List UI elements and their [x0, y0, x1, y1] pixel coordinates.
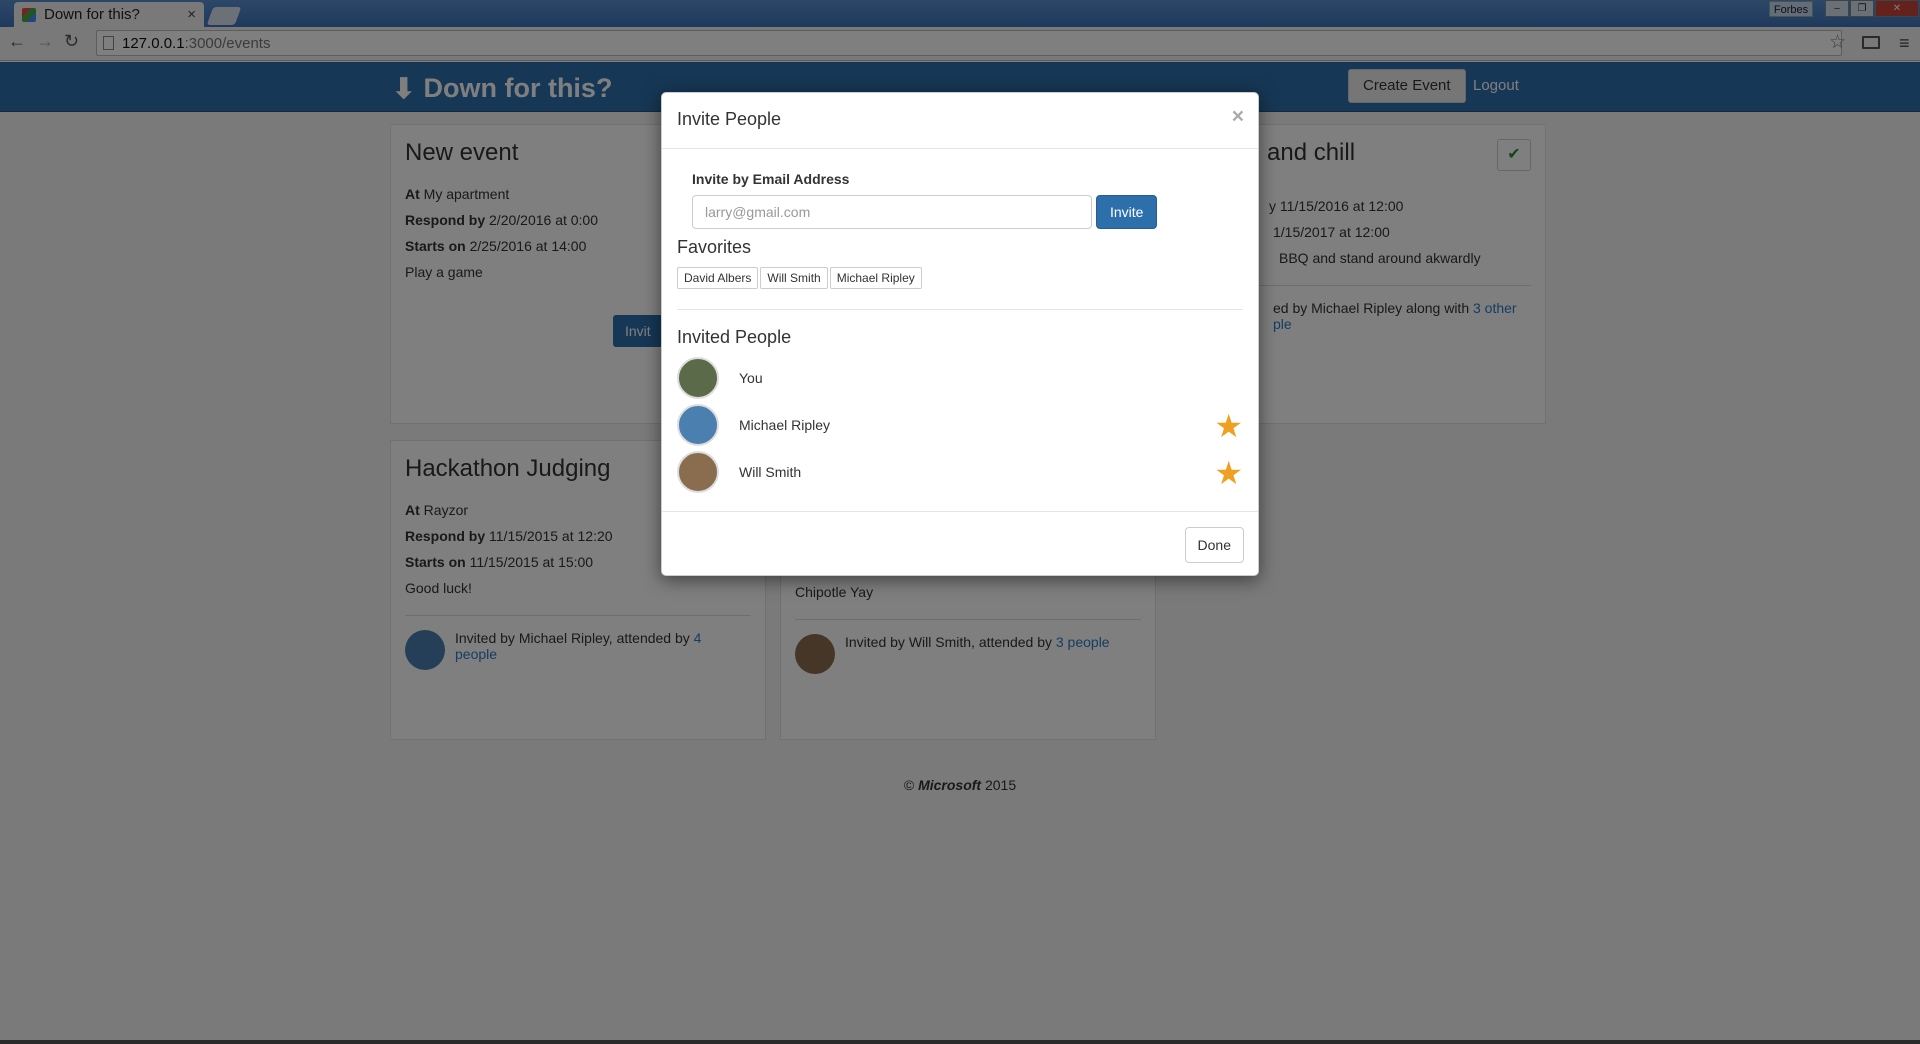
invited-person: Will Smith ★ [677, 448, 1243, 495]
invite-button[interactable]: Invite [1096, 195, 1158, 229]
divider [677, 309, 1243, 310]
favorite-star-icon[interactable]: ★ [1214, 454, 1243, 492]
invited-person: You [677, 354, 1243, 401]
favorite-star-icon[interactable]: ★ [1214, 407, 1243, 445]
done-button[interactable]: Done [1184, 527, 1244, 563]
person-name: You [739, 369, 763, 386]
close-icon[interactable]: × [1232, 105, 1244, 129]
email-label: Invite by Email Address [692, 171, 850, 187]
taskbar-edge [0, 1040, 1920, 1044]
email-field[interactable] [692, 195, 1092, 229]
favorites-list: David Albers Will Smith Michael Ripley [677, 267, 1243, 289]
modal-footer: Done [662, 511, 1258, 575]
person-name: Michael Ripley [739, 416, 831, 433]
avatar [677, 450, 719, 493]
invited-heading: Invited People [677, 327, 792, 347]
favorite-chip[interactable]: Will Smith [760, 267, 828, 289]
modal-title: Invite People [677, 109, 782, 129]
favorites-heading: Favorites [677, 237, 752, 257]
favorite-chip[interactable]: David Albers [677, 267, 759, 289]
invite-form: Invite [692, 195, 1243, 229]
invited-person: Michael Ripley ★ [677, 401, 1243, 448]
favorite-chip[interactable]: Michael Ripley [829, 267, 922, 289]
avatar [677, 356, 719, 399]
modal-body: Invite by Email Address Invite Favorites… [662, 149, 1258, 513]
modal-header: Invite People × [662, 93, 1258, 149]
invite-people-modal: Invite People × Invite by Email Address … [661, 92, 1259, 576]
person-name: Will Smith [739, 463, 802, 480]
avatar [677, 403, 719, 446]
